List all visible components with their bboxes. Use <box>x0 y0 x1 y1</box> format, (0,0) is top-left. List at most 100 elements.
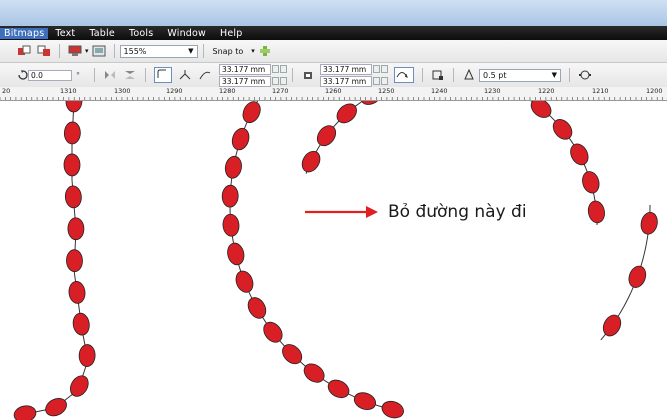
bead <box>231 127 250 151</box>
application-launcher-icon[interactable] <box>68 45 82 57</box>
ruler-label: 1220 <box>538 87 555 95</box>
height-spin-up[interactable] <box>272 77 279 85</box>
direction-icon[interactable] <box>394 67 414 83</box>
bead <box>301 150 321 173</box>
width-input-secondary[interactable]: 33.177 mm <box>320 63 372 75</box>
bead <box>381 400 404 419</box>
bead <box>582 171 600 194</box>
toolbar-divider <box>59 44 60 58</box>
arc-icon[interactable] <box>198 69 212 81</box>
bead <box>353 392 377 410</box>
width2-spin-down[interactable] <box>381 65 388 73</box>
menu-bar: Bitmaps Text Table Tools Window Help <box>0 26 667 40</box>
width2-spin-up[interactable] <box>373 65 380 73</box>
launcher-dropdown-icon[interactable]: ▾ <box>85 47 89 55</box>
welcome-screen-icon[interactable] <box>92 45 106 57</box>
rotate-icon <box>16 69 28 81</box>
toolbar-divider <box>113 44 115 58</box>
annotation-arrow <box>305 206 378 218</box>
width-value: 33.177 mm <box>222 64 266 74</box>
bead <box>65 101 83 113</box>
convert-to-curves-icon[interactable] <box>578 69 592 81</box>
zoom-level-combo[interactable]: 155% ▼ <box>119 44 198 58</box>
bead <box>222 213 240 237</box>
mirror-horizontal-icon[interactable] <box>103 69 117 81</box>
height-input[interactable]: 33.177 mm <box>219 75 271 87</box>
toolbar-divider <box>292 68 293 82</box>
menu-table[interactable]: Table <box>82 28 122 39</box>
bead <box>316 125 337 147</box>
rotation-unit: ° <box>76 70 80 80</box>
toolbar-divider <box>422 68 423 82</box>
export-icon[interactable] <box>37 45 51 57</box>
property-bar: 0.0 ° 33.177 mm 33.177 mm 33.177 mm 33.1… <box>0 63 667 88</box>
outline-width-combo[interactable]: 0.5 pt ▼ <box>479 68 561 82</box>
height-value-secondary: 33.177 mm <box>323 76 367 86</box>
size-fields-secondary: 33.177 mm 33.177 mm <box>320 63 388 87</box>
outline-width-value: 0.5 pt <box>483 70 507 80</box>
horizontal-ruler[interactable]: 20 1310 1300 1290 1280 1270 1260 1250 12… <box>0 87 667 101</box>
size-fields: 33.177 mm 33.177 mm <box>219 63 287 87</box>
bead <box>242 101 261 124</box>
toolbar-divider <box>453 68 454 82</box>
bead <box>303 363 325 383</box>
chevron-down-icon: ▼ <box>551 71 557 79</box>
pie-icon[interactable] <box>178 69 192 81</box>
options-icon[interactable] <box>258 45 272 57</box>
rotation-angle-input[interactable]: 0.0 <box>28 69 72 81</box>
height-input-secondary[interactable]: 33.177 mm <box>320 75 372 87</box>
ruler-label: 1270 <box>272 87 289 95</box>
bead <box>263 321 283 343</box>
bead <box>13 405 37 420</box>
bead <box>327 379 350 399</box>
toolbar-divider <box>569 68 570 82</box>
ruler-label: 1260 <box>325 87 342 95</box>
import-icon[interactable] <box>17 45 31 57</box>
bead <box>628 265 647 288</box>
ruler-label: 1310 <box>60 87 77 95</box>
height2-spin-down[interactable] <box>381 77 388 85</box>
menu-window[interactable]: Window <box>160 28 213 39</box>
mirror-vertical-icon[interactable] <box>123 69 137 81</box>
menu-text[interactable]: Text <box>48 28 82 39</box>
rotation-angle-value: 0.0 <box>31 70 43 80</box>
bead <box>67 217 85 241</box>
bead <box>63 121 81 145</box>
standard-toolbar: ▾ 155% ▼ Snap to ▾ <box>0 40 667 63</box>
ruler-label: 1300 <box>114 87 131 95</box>
bead <box>502 101 529 104</box>
lock-ratio-icon[interactable] <box>301 69 315 81</box>
height-spin-down[interactable] <box>280 77 287 85</box>
snap-dropdown-icon[interactable]: ▾ <box>251 47 255 55</box>
width-input[interactable]: 33.177 mm <box>219 63 271 75</box>
menu-bitmaps[interactable]: Bitmaps <box>0 27 49 39</box>
annotation-text: Bỏ đường này đi <box>388 202 527 222</box>
menu-tools[interactable]: Tools <box>122 28 160 39</box>
bead <box>221 184 239 208</box>
toolbar-divider <box>145 68 146 82</box>
toolbar-divider <box>202 44 204 58</box>
bead <box>235 270 254 293</box>
width-spin-down[interactable] <box>280 65 287 73</box>
ruler-label: 1200 <box>646 87 663 95</box>
menu-help[interactable]: Help <box>213 28 249 39</box>
bead <box>640 212 658 235</box>
width-value-secondary: 33.177 mm <box>323 64 367 74</box>
drawing-canvas[interactable] <box>0 101 667 420</box>
arc-start-icon[interactable] <box>154 67 172 83</box>
bead <box>227 242 245 266</box>
wrap-text-icon[interactable] <box>431 69 445 81</box>
height-value: 33.177 mm <box>222 76 266 86</box>
bead <box>72 312 90 336</box>
bead <box>68 281 86 304</box>
bead <box>78 344 96 367</box>
outline-pen-icon <box>462 69 476 81</box>
toolbar-divider <box>94 68 95 82</box>
width-spin-up[interactable] <box>272 65 279 73</box>
ruler-label: 1290 <box>166 87 183 95</box>
ruler-label: 1210 <box>592 87 609 95</box>
bead <box>587 200 605 224</box>
snap-to-button[interactable]: Snap to <box>213 47 244 56</box>
bead <box>570 143 589 166</box>
height2-spin-up[interactable] <box>373 77 380 85</box>
